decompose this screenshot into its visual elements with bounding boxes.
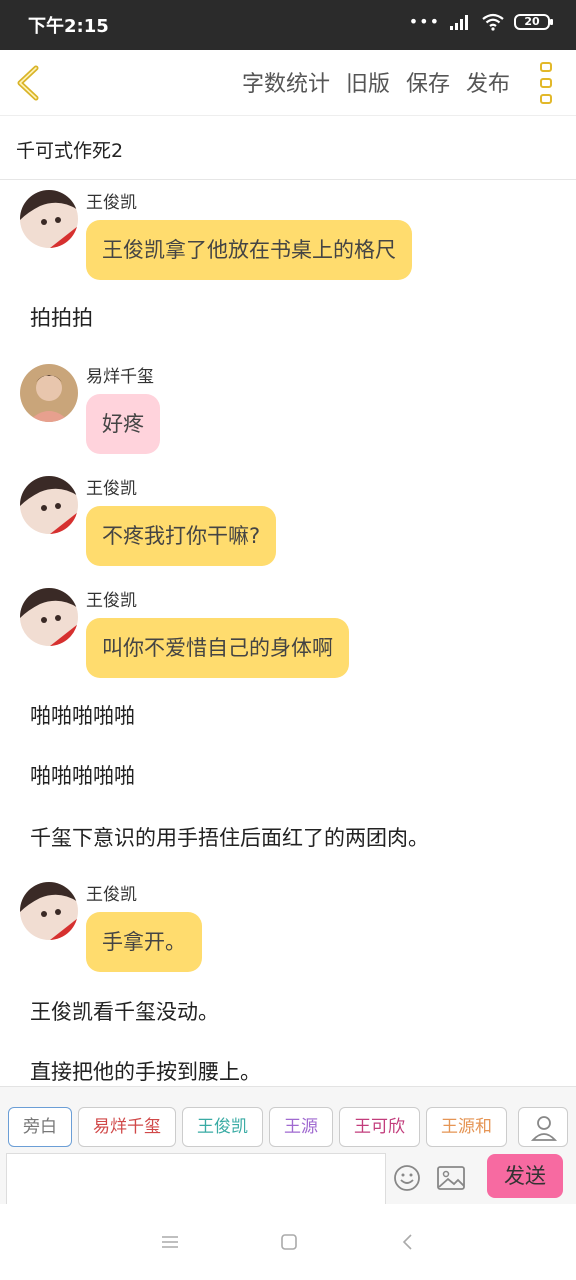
role-selector: 旁白 易烊千玺 王俊凯 王源 王可欣 王源和 <box>8 1107 518 1149</box>
more-dot-icon <box>540 78 552 88</box>
chat-message[interactable]: 王俊凯 不疼我打你干嘛? <box>0 470 576 570</box>
send-button[interactable]: 发送 <box>487 1154 563 1198</box>
save-button[interactable]: 保存 <box>406 66 450 98</box>
chat-message[interactable]: 王俊凯 手拿开。 <box>0 876 576 976</box>
role-chip-yiyangqianxi[interactable]: 易烊千玺 <box>78 1107 176 1147</box>
narration-text[interactable]: 直接把他的手按到腰上。 <box>30 1056 261 1086</box>
signal-icon <box>450 15 468 30</box>
chat-bubble[interactable]: 好疼 <box>86 394 160 454</box>
message-input[interactable] <box>6 1153 386 1205</box>
word-count-button[interactable]: 字数统计 <box>242 66 330 98</box>
system-nav-bar <box>0 1204 576 1280</box>
chat-bubble[interactable]: 叫你不爱惜自己的身体啊 <box>86 618 349 678</box>
back-button[interactable] <box>10 62 50 104</box>
document-title-bar[interactable]: 千可式作死2 <box>0 116 576 180</box>
publish-button[interactable]: 发布 <box>466 66 510 98</box>
avatar-wangjunkai[interactable] <box>20 588 78 646</box>
old-version-button[interactable]: 旧版 <box>346 66 390 98</box>
editor-toolbar: 字数统计 旧版 保存 发布 <box>0 50 576 116</box>
compose-area: 旁白 易烊千玺 王俊凯 王源 王可欣 王源和 发送 <box>0 1086 576 1205</box>
chat-bubble[interactable]: 不疼我打你干嘛? <box>86 506 277 566</box>
status-time: 下午2:15 <box>28 16 109 37</box>
speaker-name: 王俊凯 <box>86 193 137 213</box>
avatar-wangjunkai[interactable] <box>20 882 78 940</box>
chat-bubble[interactable]: 手拿开。 <box>86 912 202 972</box>
narration-text[interactable]: 啪啪啪啪啪 <box>30 700 135 730</box>
narration-text[interactable]: 拍拍拍 <box>30 302 93 332</box>
more-dot-icon <box>540 94 552 104</box>
chat-content[interactable]: 王俊凯 王俊凯拿了他放在书桌上的格尺 拍拍拍 易烊千玺 好疼 王俊凯 不疼我打你… <box>0 180 576 1086</box>
toolbar-actions: 字数统计 旧版 保存 发布 <box>242 66 510 98</box>
status-bar: 下午2:15 ••• 20 <box>0 0 576 50</box>
avatar-yiyangqianxi[interactable] <box>20 364 78 422</box>
more-notifications-icon: ••• <box>408 12 440 31</box>
speaker-name: 王俊凯 <box>86 885 137 905</box>
role-chip-wangkexin[interactable]: 王可欣 <box>339 1107 420 1147</box>
speaker-name: 王俊凯 <box>86 479 137 499</box>
more-dot-icon <box>540 62 552 72</box>
avatar-wangjunkai[interactable] <box>20 190 78 248</box>
chat-message[interactable]: 王俊凯 王俊凯拿了他放在书桌上的格尺 <box>0 184 576 284</box>
speaker-name: 王俊凯 <box>86 591 137 611</box>
chat-bubble[interactable]: 王俊凯拿了他放在书桌上的格尺 <box>86 220 412 280</box>
role-chip-narration[interactable]: 旁白 <box>8 1107 72 1147</box>
role-chip-wangyuan[interactable]: 王源 <box>269 1107 333 1147</box>
menu-icon[interactable] <box>160 1232 180 1252</box>
more-menu-button[interactable] <box>536 62 556 104</box>
manage-roles-button[interactable] <box>518 1107 568 1147</box>
role-chip-wangyuanhe[interactable]: 王源和 <box>426 1107 507 1147</box>
status-icons: ••• 20 <box>408 12 553 31</box>
avatar-wangjunkai[interactable] <box>20 476 78 534</box>
role-chip-wangjunkai[interactable]: 王俊凯 <box>182 1107 263 1147</box>
narration-text[interactable]: 啪啪啪啪啪 <box>30 760 135 790</box>
document-title[interactable]: 千可式作死2 <box>16 136 123 163</box>
narration-text[interactable]: 千玺下意识的用手捂住后面红了的两团肉。 <box>30 822 429 852</box>
wifi-icon <box>482 13 504 31</box>
chat-message[interactable]: 王俊凯 叫你不爱惜自己的身体啊 <box>0 582 576 682</box>
speaker-name: 易烊千玺 <box>86 367 154 387</box>
battery-icon: 20 <box>514 14 553 30</box>
person-icon <box>530 1116 558 1141</box>
back-nav-icon[interactable] <box>398 1232 418 1252</box>
image-icon[interactable] <box>436 1165 466 1191</box>
chat-message[interactable]: 易烊千玺 好疼 <box>0 358 576 458</box>
emoji-icon[interactable] <box>392 1163 422 1193</box>
home-icon[interactable] <box>279 1232 299 1252</box>
narration-text[interactable]: 王俊凯看千玺没动。 <box>30 996 219 1026</box>
